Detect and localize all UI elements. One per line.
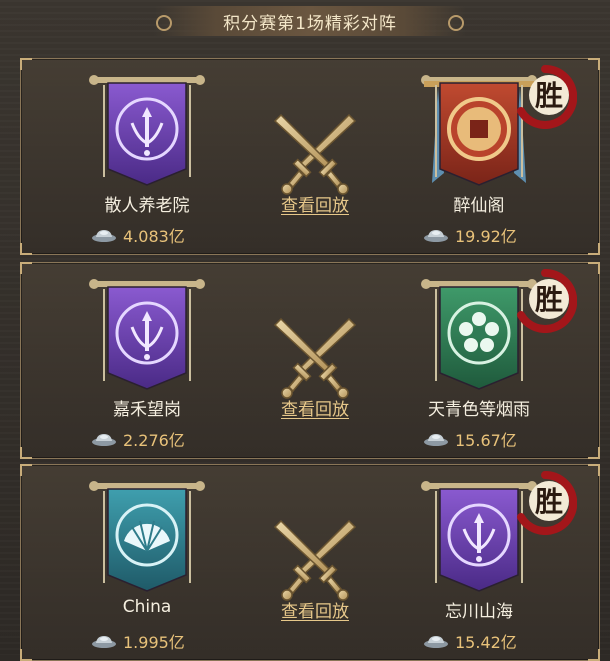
team-score: 15.67亿: [423, 427, 563, 451]
frame-corner: [588, 464, 600, 476]
silver-ingot-icon: [424, 230, 448, 242]
frame-corner: [20, 243, 32, 255]
match-card: China 1.995亿 查看回放 忘川山海 15.42亿 胜: [20, 464, 600, 661]
frame-corner: [588, 58, 600, 70]
crossed-swords-icon: [273, 519, 357, 601]
purple-sword-icon: [89, 75, 205, 186]
silver-ingot-icon: [424, 434, 448, 446]
team-left[interactable]: 嘉禾望岗 2.276亿: [67, 263, 227, 458]
team-name: 天青色等烟雨: [428, 400, 530, 420]
ornament-icon: [448, 15, 464, 31]
silver-ingot-icon: [424, 636, 448, 648]
view-replay-link[interactable]: 查看回放: [265, 395, 365, 420]
match-card: 散人养老院 4.083亿 查看回放 醉仙阁 19.92亿 胜: [20, 58, 600, 255]
win-label: 胜: [535, 283, 563, 316]
frame-corner: [20, 58, 32, 70]
team-score: 15.42亿: [423, 629, 563, 653]
frame-corner: [20, 262, 32, 274]
teal-fan-icon: [89, 481, 205, 592]
replay-area: 查看回放: [265, 465, 365, 660]
replay-area: 查看回放: [265, 263, 365, 458]
team-left[interactable]: 散人养老院 4.083亿: [67, 59, 227, 254]
win-badge: 胜: [517, 65, 577, 129]
view-replay-link[interactable]: 查看回放: [265, 191, 365, 216]
win-label: 胜: [535, 79, 563, 112]
frame-corner: [588, 262, 600, 274]
page-title: 积分赛第1场精彩对阵: [223, 13, 397, 34]
silver-ingot-icon: [92, 636, 116, 648]
score-value: 19.92亿: [455, 227, 517, 246]
team-score: 1.995亿: [91, 629, 231, 653]
frame-corner: [20, 447, 32, 459]
score-value: 1.995亿: [123, 633, 185, 652]
win-badge: 胜: [517, 269, 577, 333]
win-label: 胜: [535, 485, 563, 518]
purple-sword-icon: [89, 279, 205, 390]
score-value: 4.083亿: [123, 227, 185, 246]
replay-area: 查看回放: [265, 59, 365, 254]
silver-ingot-icon: [92, 434, 116, 446]
crossed-swords-icon: [273, 113, 357, 195]
frame-corner: [20, 649, 32, 661]
score-value: 15.42亿: [455, 633, 517, 652]
view-replay-link[interactable]: 查看回放: [265, 597, 365, 622]
team-name: 醉仙阁: [453, 196, 505, 216]
frame-corner: [588, 447, 600, 459]
ornament-icon: [156, 15, 172, 31]
team-name: 嘉禾望岗: [113, 400, 181, 420]
score-value: 15.67亿: [455, 431, 517, 450]
team-left[interactable]: China 1.995亿: [67, 465, 227, 660]
frame-corner: [588, 649, 600, 661]
team-score: 19.92亿: [423, 223, 563, 247]
match-title-bar: 积分赛第1场精彩对阵: [154, 6, 466, 36]
team-score: 2.276亿: [91, 427, 231, 451]
match-card: 嘉禾望岗 2.276亿 查看回放 天青色等烟雨 15.67亿 胜: [20, 262, 600, 459]
crossed-swords-icon: [273, 317, 357, 399]
frame-corner: [588, 243, 600, 255]
team-name: 散人养老院: [104, 196, 190, 216]
team-name: China: [122, 597, 172, 617]
frame-corner: [20, 464, 32, 476]
team-name: 忘川山海: [445, 602, 513, 622]
win-badge: 胜: [517, 471, 577, 535]
score-value: 2.276亿: [123, 431, 185, 450]
team-score: 4.083亿: [91, 223, 231, 247]
silver-ingot-icon: [92, 230, 116, 242]
